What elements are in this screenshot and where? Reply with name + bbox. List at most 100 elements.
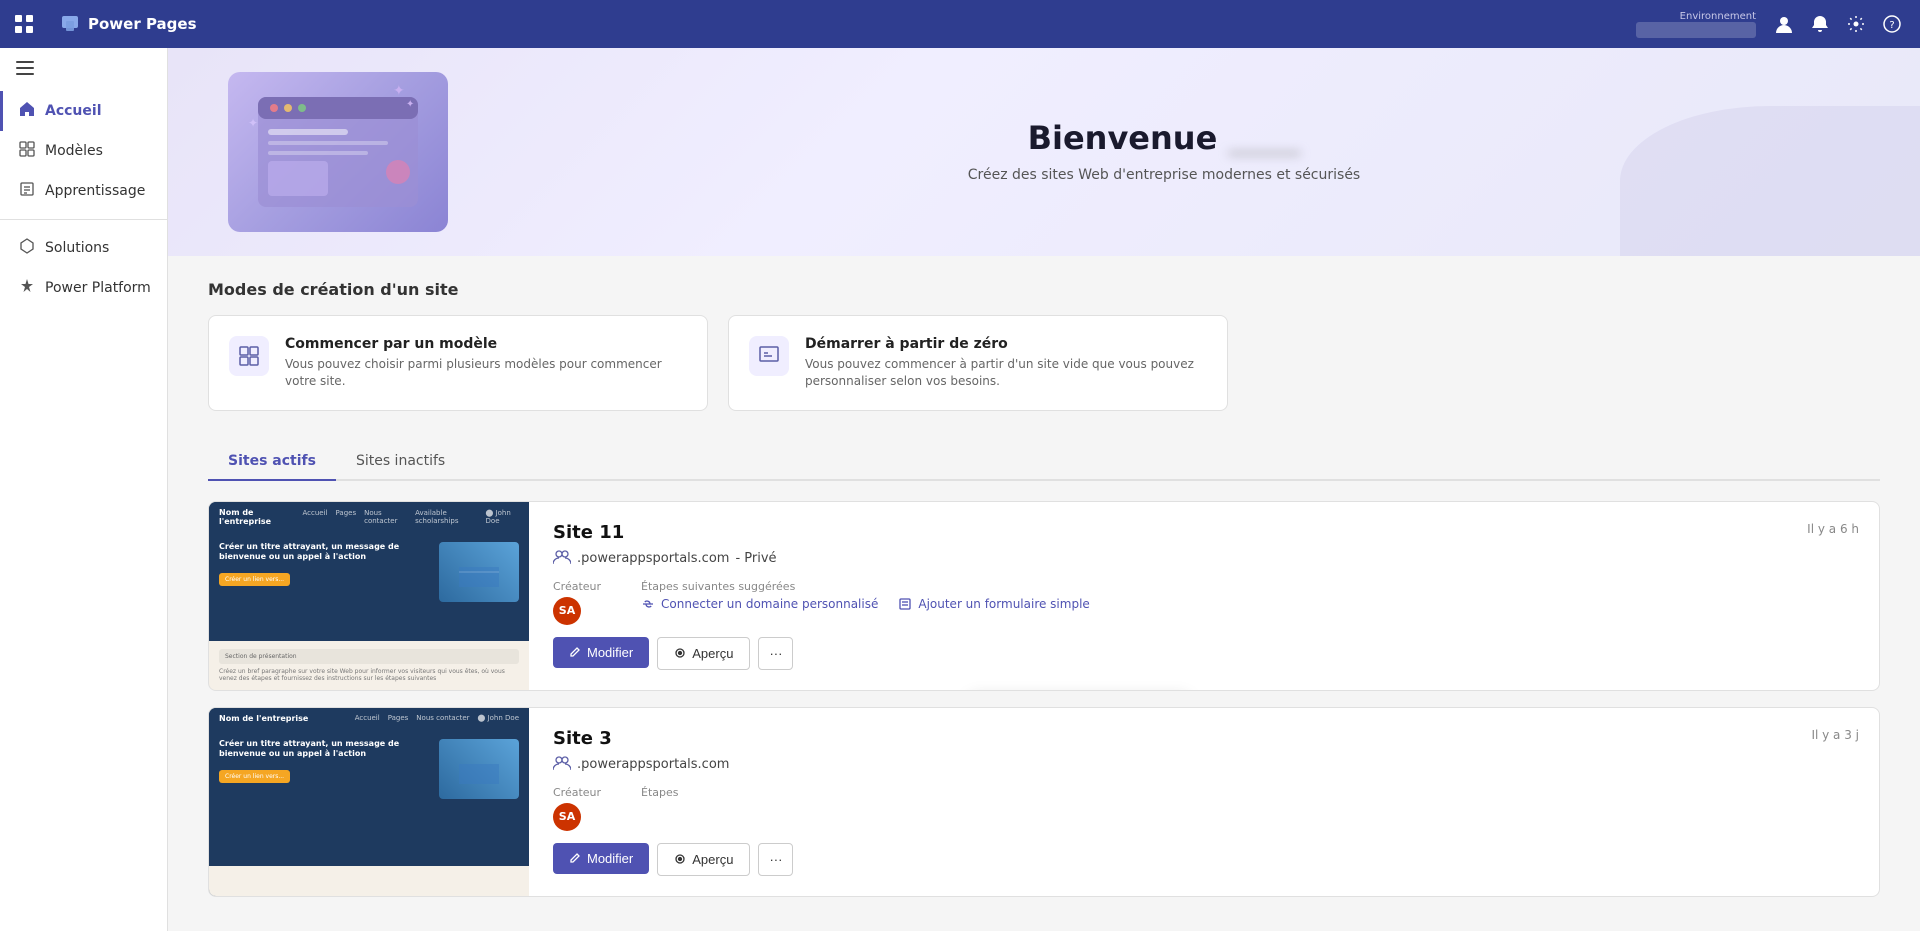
content-section: Modes de création d'un site Commencer pa… — [168, 256, 1920, 931]
site-11-thumb-cta: Créer un lien vers... — [219, 573, 290, 586]
sidebar-modeles-label: Modèles — [45, 143, 103, 159]
site-3-thumb-cta: Créer un lien vers... — [219, 770, 290, 783]
mode-card-template-text: Commencer par un modèle Vous pouvez choi… — [285, 336, 687, 390]
site-3-creator-label: Créateur — [553, 786, 601, 799]
sidebar-power-platform-label: Power Platform — [45, 280, 151, 296]
app-logo: Power Pages — [48, 14, 209, 34]
site-11-thumb-right-img — [439, 542, 519, 602]
site-11-thumb-hero: Créer un titre attrayant, un message de … — [209, 532, 529, 641]
site-11-thumb-img: Nom de l'entreprise Accueil Pages Nous c… — [209, 502, 529, 690]
svg-text:?: ? — [1889, 20, 1894, 31]
sidebar-accueil-label: Accueil — [45, 103, 102, 119]
site-11-preview-button[interactable]: Aperçu — [657, 637, 750, 670]
apprentissage-icon — [19, 181, 35, 201]
hero-username-blurred: ______ — [1228, 127, 1300, 155]
site-3-meta-row: Créateur SA Étapes — [553, 786, 1855, 831]
site-3-thumb-hero: Créer un titre attrayant, un message de … — [209, 729, 529, 866]
site-11-edit-button[interactable]: Modifier — [553, 637, 649, 668]
main-content: ✦ ✦ ✦ Bienvenue ______ Créez des sites W… — [168, 48, 1920, 931]
site-3-thumb-heading: Créer un titre attrayant, un message de … — [219, 739, 429, 760]
site-11-thumb-heading: Créer un titre attrayant, un message de … — [219, 542, 429, 563]
sidebar-item-solutions[interactable]: Solutions — [0, 228, 167, 268]
site-11-creator: Créateur SA — [553, 580, 601, 625]
site-3-thumb-brand: Nom de l'entreprise — [219, 714, 308, 723]
site-11-creator-label: Créateur — [553, 580, 601, 593]
site-3-thumb-img: Nom de l'entreprise Accueil Pages Nous c… — [209, 708, 529, 896]
site-11-users-icon — [553, 549, 571, 568]
topbar-right: Environnement ? — [1636, 8, 1920, 40]
apps-button[interactable] — [0, 15, 48, 33]
site-11-actions: Modifier Aperçu ··· — [553, 637, 1855, 670]
mode-card-template-title: Commencer par un modèle — [285, 336, 687, 352]
site-11-step-domain-label: Connecter un domaine personnalisé — [661, 597, 878, 611]
sites-tabs: Sites actifs Sites inactifs — [208, 443, 1880, 481]
mode-card-template[interactable]: Commencer par un modèle Vous pouvez choi… — [208, 315, 708, 411]
site-11-next-step-domain[interactable]: Connecter un domaine personnalisé — [641, 597, 878, 611]
sidebar-hamburger[interactable] — [0, 48, 167, 91]
mode-card-scratch-title: Démarrer à partir de zéro — [805, 336, 1207, 352]
site-3-name: Site 3 — [553, 728, 1855, 749]
site-card-3: Nom de l'entreprise Accueil Pages Nous c… — [208, 707, 1880, 897]
site-11-url-row: .powerappsportals.com - Privé — [553, 549, 1855, 568]
site-11-url: .powerappsportals.com — [577, 551, 729, 566]
site-3-preview-button[interactable]: Aperçu — [657, 843, 750, 876]
site-11-step-form-label: Ajouter un formulaire simple — [918, 597, 1089, 611]
creation-modes-title: Modes de création d'un site — [208, 280, 1880, 299]
site-11-thumbnail: Nom de l'entreprise Accueil Pages Nous c… — [209, 502, 529, 690]
hero-wave-decoration — [1620, 106, 1920, 256]
site-11-meta-row: Créateur SA Étapes suivantes suggérées C… — [553, 580, 1855, 625]
site-3-creator-avatar: SA — [553, 803, 581, 831]
sidebar-solutions-label: Solutions — [45, 240, 109, 256]
template-icon — [229, 336, 269, 376]
site-3-edit-button[interactable]: Modifier — [553, 843, 649, 874]
site-11-more-button[interactable]: ··· — [758, 637, 793, 670]
site-3-thumb-img-inner — [439, 739, 519, 799]
sidebar-item-accueil[interactable]: Accueil — [0, 91, 167, 131]
app-name: Power Pages — [88, 15, 197, 33]
site-11-thumb-bottom: Section de présentation Créez un bref pa… — [209, 641, 529, 690]
solutions-icon — [19, 238, 35, 258]
settings-button[interactable] — [1840, 8, 1872, 40]
hero-illustration: ✦ ✦ ✦ — [228, 72, 468, 232]
mode-card-scratch-text: Démarrer à partir de zéro Vous pouvez co… — [805, 336, 1207, 390]
topbar: Power Pages Environnement — [0, 0, 1920, 48]
site-11-more-label: ··· — [769, 646, 782, 661]
site-3-thumb-nav: Nom de l'entreprise Accueil Pages Nous c… — [209, 708, 529, 729]
site-3-thumb-right-img — [439, 739, 519, 799]
site-11-next-steps-label: Étapes suivantes suggérées — [641, 580, 1090, 593]
site-11-info: Site 11 .powerappsportals.com - Privé — [529, 502, 1879, 690]
site-11-thumb-desc: Créez un bref paragraphe sur votre site … — [219, 668, 519, 682]
sidebar-item-apprentissage[interactable]: Apprentissage — [0, 171, 167, 211]
user-icon-button[interactable] — [1768, 8, 1800, 40]
site-3-users-icon — [553, 755, 571, 774]
site-3-preview-label: Aperçu — [692, 852, 733, 867]
hero-graphic: ✦ ✦ ✦ — [228, 72, 448, 232]
site-3-next-steps-label: Étapes — [641, 786, 679, 799]
site-3-thumbnail: Nom de l'entreprise Accueil Pages Nous c… — [209, 708, 529, 896]
tab-sites-inactifs[interactable]: Sites inactifs — [336, 443, 465, 481]
site-3-url-row: .powerappsportals.com — [553, 755, 1855, 774]
sidebar-apprentissage-label: Apprentissage — [45, 183, 145, 199]
mode-card-scratch-desc: Vous pouvez commencer à partir d'un site… — [805, 356, 1207, 390]
site-11-preview-label: Aperçu — [692, 646, 733, 661]
site-3-next-steps: Étapes — [641, 786, 679, 831]
sidebar-divider — [0, 219, 167, 220]
env-name — [1636, 22, 1756, 38]
sidebar-item-power-platform[interactable]: Power Platform — [0, 268, 167, 308]
notifications-button[interactable] — [1804, 8, 1836, 40]
tab-sites-actifs[interactable]: Sites actifs — [208, 443, 336, 481]
home-icon — [19, 101, 35, 121]
environment-selector: Environnement — [1636, 11, 1756, 38]
site-3-more-button[interactable]: ··· — [758, 843, 793, 876]
env-label: Environnement — [1680, 11, 1756, 22]
site-3-more-label: ··· — [769, 852, 782, 867]
mode-card-template-desc: Vous pouvez choisir parmi plusieurs modè… — [285, 356, 687, 390]
help-button[interactable]: ? — [1876, 8, 1908, 40]
modeles-icon — [19, 141, 35, 161]
svg-text:✦: ✦ — [406, 99, 414, 110]
mode-card-scratch[interactable]: Démarrer à partir de zéro Vous pouvez co… — [728, 315, 1228, 411]
site-11-name: Site 11 — [553, 522, 1855, 543]
site-3-creator: Créateur SA — [553, 786, 601, 831]
sidebar-item-modeles[interactable]: Modèles — [0, 131, 167, 171]
site-11-next-step-form[interactable]: Ajouter un formulaire simple — [898, 597, 1089, 611]
